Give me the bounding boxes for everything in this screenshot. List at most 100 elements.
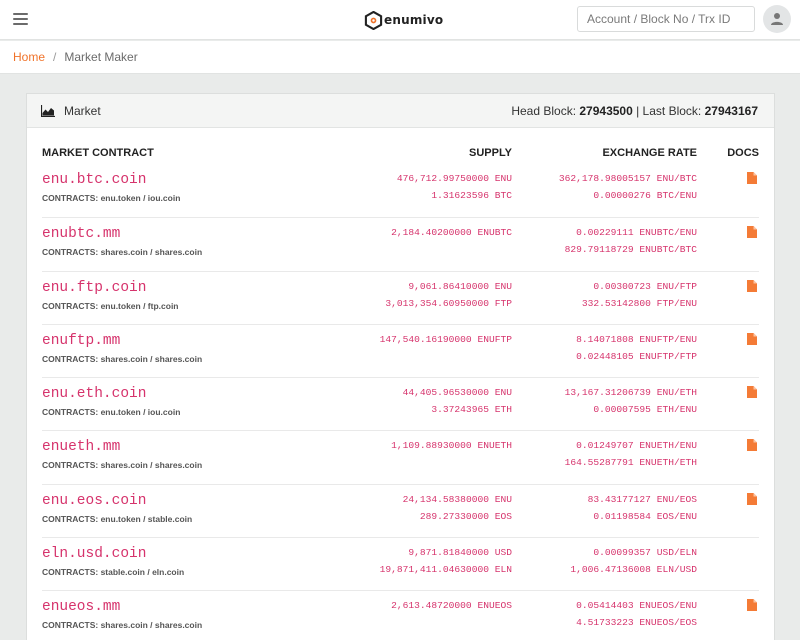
table-row: enueos.mm CONTRACTS: shares.coin / shares… xyxy=(42,590,759,640)
supply-value: 24,134.58380000 ENU xyxy=(402,493,512,505)
supply-cell: 24,134.58380000 ENU 289.27330000 EOS xyxy=(262,485,512,537)
column-header-market: MARKET CONTRACT xyxy=(42,147,154,159)
market-cell: enu.ftp.coin CONTRACTS: enu.token / ftp.c… xyxy=(42,272,262,324)
document-icon[interactable] xyxy=(747,492,757,505)
contracts-value: enu.token / iou.coin xyxy=(100,407,181,418)
table-row: enueth.mm CONTRACTS: shares.coin / shares… xyxy=(42,430,759,483)
supply-value: 2,184.40200000 ENUBTC xyxy=(391,227,512,239)
contracts-value: enu.token / iou.coin xyxy=(100,193,181,203)
contracts-info: CONTRACTS: shares.coin / shares.coin xyxy=(42,247,262,257)
contracts-info: CONTRACTS: enu.token / ftp.coin xyxy=(42,301,262,311)
exchange-rate-value: 0.00300723 ENU/FTP xyxy=(593,280,697,292)
contracts-label: CONTRACTS: xyxy=(42,353,99,364)
head-block-value: 27943500 xyxy=(579,103,633,118)
document-icon[interactable] xyxy=(747,439,757,452)
market-card-header: Market Head Block: 27943500 | Last Block… xyxy=(27,94,774,128)
market-contract-link[interactable]: enu.eos.coin xyxy=(42,493,262,509)
market-contract-link[interactable]: enu.eth.coin xyxy=(42,386,262,402)
supply-value: 44,405.96530000 ENU xyxy=(402,387,512,399)
last-block-value: 27943167 xyxy=(704,103,758,118)
contracts-label: CONTRACTS: xyxy=(42,620,99,631)
docs-cell xyxy=(697,431,759,483)
supply-cell: 147,540.16190000 ENUFTP xyxy=(262,325,512,377)
contracts-label: CONTRACTS: xyxy=(42,247,99,258)
market-cell: eln.usd.coin CONTRACTS: stable.coin / eln… xyxy=(42,538,262,590)
exchange-rate-cell: 0.00099357 USD/ELN 1,006.47136008 ELN/USD xyxy=(512,538,697,590)
contracts-info: CONTRACTS: shares.coin / shares.coin xyxy=(42,354,262,364)
user-avatar-button[interactable] xyxy=(763,5,791,33)
table-row: enu.btc.coin CONTRACTS: enu.token / iou.c… xyxy=(42,164,759,217)
document-icon[interactable] xyxy=(747,279,757,292)
market-contract-link[interactable]: eln.usd.coin xyxy=(42,546,262,562)
market-card: Market Head Block: 27943500 | Last Block… xyxy=(26,93,775,640)
supply-value: 9,871.81840000 USD xyxy=(408,547,512,559)
breadcrumb-home-link[interactable]: Home xyxy=(13,50,45,64)
supply-value: 289.27330000 EOS xyxy=(419,510,512,522)
table-row: enubtc.mm CONTRACTS: shares.coin / shares… xyxy=(42,217,759,270)
market-cell: enuftp.mm CONTRACTS: shares.coin / shares… xyxy=(42,325,262,377)
supply-cell: 2,184.40200000 ENUBTC xyxy=(262,218,512,270)
exchange-rate-value: 13,167.31206739 ENU/ETH xyxy=(564,387,697,399)
docs-cell xyxy=(697,325,759,377)
supply-cell: 2,613.48720000 ENUEOS xyxy=(262,591,512,640)
supply-value: 19,871,411.04630000 ELN xyxy=(379,564,512,576)
column-header-docs: DOCS xyxy=(727,147,759,159)
contracts-value: enu.token / stable.coin xyxy=(100,513,193,524)
supply-cell: 9,061.86410000 ENU 3,013,354.60950000 FTP xyxy=(262,272,512,324)
contracts-label: CONTRACTS: xyxy=(42,193,99,203)
search-input[interactable] xyxy=(577,6,755,32)
document-icon[interactable] xyxy=(747,332,757,345)
exchange-rate-cell: 362,178.98005157 ENU/BTC 0.00000276 BTC/E… xyxy=(512,164,697,217)
market-contract-link[interactable]: enuftp.mm xyxy=(42,333,262,349)
market-table: MARKET CONTRACT SUPPLY EXCHANGE RATE DOC… xyxy=(27,128,774,640)
contracts-info: CONTRACTS: stable.coin / eln.coin xyxy=(42,567,262,577)
document-icon[interactable] xyxy=(747,172,757,184)
exchange-rate-value: 0.00000276 BTC/ENU xyxy=(593,190,697,201)
exchange-rate-value: 0.00007595 ETH/ENU xyxy=(593,404,697,416)
market-cell: enu.eth.coin CONTRACTS: enu.token / iou.c… xyxy=(42,378,262,430)
contracts-value: shares.coin / shares.coin xyxy=(100,353,203,364)
exchange-rate-value: 0.01198584 EOS/ENU xyxy=(593,510,697,522)
document-icon[interactable] xyxy=(747,386,757,399)
exchange-rate-value: 332.53142800 FTP/ENU xyxy=(581,297,697,309)
market-cell: enueth.mm CONTRACTS: shares.coin / shares… xyxy=(42,431,262,483)
docs-cell xyxy=(697,164,759,217)
market-contract-link[interactable]: enu.ftp.coin xyxy=(42,280,262,296)
market-cell: enueos.mm CONTRACTS: shares.coin / shares… xyxy=(42,591,262,640)
exchange-rate-cell: 0.00300723 ENU/FTP 332.53142800 FTP/ENU xyxy=(512,272,697,324)
contracts-info: CONTRACTS: enu.token / iou.coin xyxy=(42,193,262,203)
market-contract-link[interactable]: enu.btc.coin xyxy=(42,172,262,188)
supply-value: 3.37243965 ETH xyxy=(431,404,512,416)
table-row: enu.ftp.coin CONTRACTS: enu.token / ftp.c… xyxy=(42,270,759,324)
document-icon[interactable] xyxy=(747,226,757,239)
exchange-rate-value: 1,006.47136008 ELN/USD xyxy=(570,564,697,576)
market-card-title: Market xyxy=(64,103,101,118)
supply-value: 476,712.99750000 ENU xyxy=(396,173,512,184)
exchange-rate-cell: 13,167.31206739 ENU/ETH 0.00007595 ETH/EN… xyxy=(512,378,697,430)
hamburger-menu-icon[interactable] xyxy=(13,13,28,25)
exchange-rate-cell: 0.05414403 ENUEOS/ENU 4.51733223 ENUEOS/E… xyxy=(512,591,697,640)
contracts-value: shares.coin / shares.coin xyxy=(100,247,203,258)
exchange-rate-value: 362,178.98005157 ENU/BTC xyxy=(558,173,697,184)
exchange-rate-value: 829.79118729 ENUBTC/BTC xyxy=(564,244,697,256)
breadcrumb-separator: / xyxy=(53,50,57,64)
exchange-rate-value: 0.00099357 USD/ELN xyxy=(593,547,697,559)
market-contract-link[interactable]: enubtc.mm xyxy=(42,226,262,242)
market-cell: enu.btc.coin CONTRACTS: enu.token / iou.c… xyxy=(42,164,262,217)
supply-value: 3,013,354.60950000 FTP xyxy=(385,297,512,309)
brand-logo-link[interactable]: enumivo xyxy=(364,9,443,31)
exchange-rate-value: 4.51733223 ENUEOS/EOS xyxy=(576,617,697,629)
exchange-rate-value: 0.00229111 ENUBTC/ENU xyxy=(576,227,697,239)
contracts-value: shares.coin / shares.coin xyxy=(100,620,203,631)
market-contract-link[interactable]: enueth.mm xyxy=(42,439,262,455)
docs-cell xyxy=(697,538,759,590)
top-navbar: enumivo xyxy=(0,0,800,40)
exchange-rate-value: 0.05414403 ENUEOS/ENU xyxy=(576,600,697,612)
enumivo-logo-icon xyxy=(364,10,383,30)
document-icon[interactable] xyxy=(747,599,757,612)
exchange-rate-value: 83.43177127 ENU/EOS xyxy=(587,493,697,505)
docs-cell xyxy=(697,485,759,537)
market-contract-link[interactable]: enueos.mm xyxy=(42,599,262,615)
contracts-value: stable.coin / eln.coin xyxy=(100,567,185,578)
docs-cell xyxy=(697,591,759,640)
